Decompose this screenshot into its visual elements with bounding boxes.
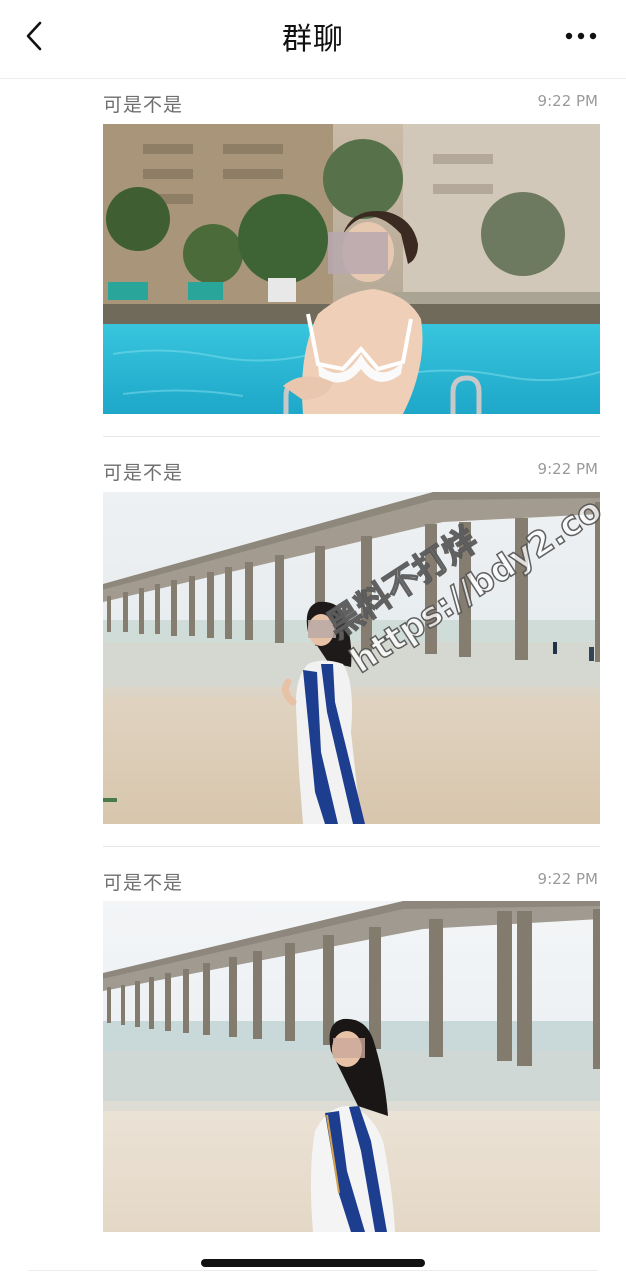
pier-photo — [103, 492, 600, 824]
home-indicator[interactable] — [201, 1259, 425, 1267]
message-photo[interactable] — [103, 901, 600, 1232]
message-time: 9:22 PM — [537, 870, 598, 888]
message-time: 9:22 PM — [537, 460, 598, 478]
pool-photo — [103, 124, 600, 414]
message-item: 可是不是 9:22 PM — [103, 868, 600, 1236]
message-divider — [103, 436, 600, 437]
message-photo[interactable] — [103, 492, 600, 824]
message-divider — [103, 846, 600, 847]
navigation-bar: 群聊 — [0, 0, 626, 79]
sender-name: 可是不是 — [103, 94, 184, 116]
message-time: 9:22 PM — [537, 92, 598, 110]
message-photo[interactable] — [103, 124, 600, 414]
bottom-divider — [28, 1270, 598, 1271]
more-button[interactable] — [564, 22, 604, 50]
back-button[interactable] — [18, 18, 54, 54]
chevron-left-icon — [26, 21, 42, 51]
message-item: 可是不是 9:22 PM — [103, 90, 600, 420]
sender-name: 可是不是 — [103, 872, 184, 894]
more-horizontal-icon — [565, 32, 597, 40]
pier-photo-2 — [103, 901, 600, 1232]
message-item: 可是不是 9:22 PM — [103, 458, 600, 830]
page-title: 群聊 — [282, 22, 344, 57]
chat-screen: 群聊 可是不是 9:22 PM 可是不是 9:22 PM 可是不是 9:22 P… — [0, 0, 626, 1280]
sender-name: 可是不是 — [103, 462, 184, 484]
